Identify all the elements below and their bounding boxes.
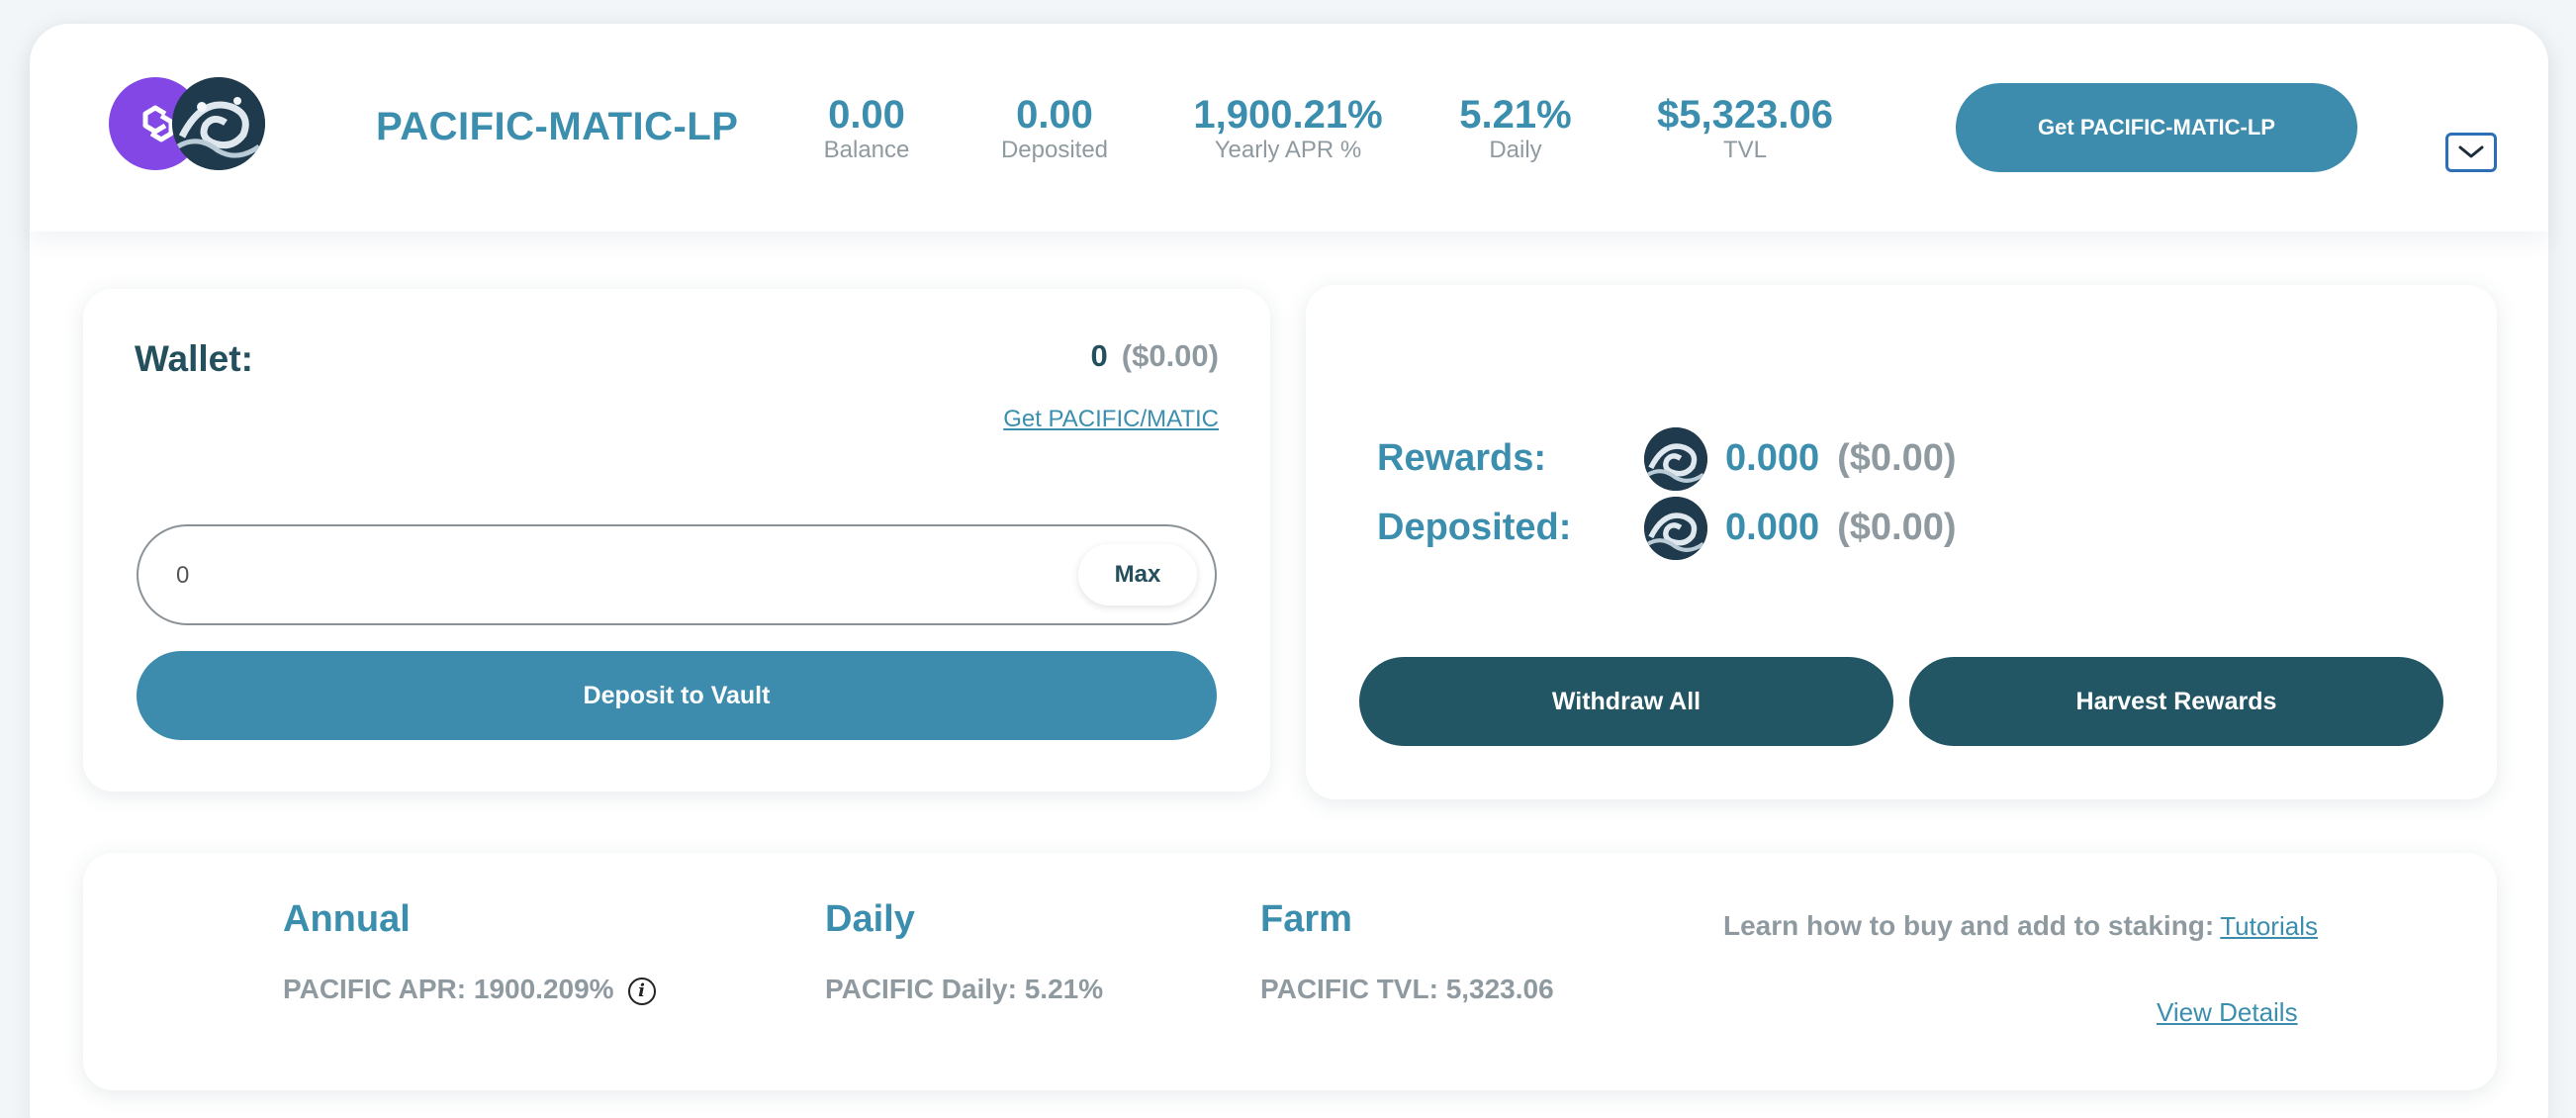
- daily-text: PACIFIC Daily: 5.21%: [825, 974, 1104, 1004]
- deposit-amount-field: Max: [137, 524, 1217, 625]
- pacific-token-icon: [1644, 427, 1707, 491]
- pacific-token-icon: [1644, 497, 1707, 560]
- view-details-link[interactable]: View Details: [2157, 997, 2298, 1028]
- rewards-amount: 0.000: [1725, 437, 1820, 479]
- deposit-button[interactable]: Deposit to Vault: [137, 651, 1217, 740]
- vault-header: PACIFIC-MATIC-LP 0.00 Balance 0.00 Depos…: [30, 24, 2548, 232]
- get-lp-button[interactable]: Get PACIFIC-MATIC-LP: [1956, 83, 2357, 172]
- expand-toggle-button[interactable]: [2445, 133, 2497, 172]
- stat-tvl: $5,323.06 TVL: [1657, 93, 1833, 164]
- stat-balance-value: 0.00: [828, 93, 905, 137]
- tutorials-link[interactable]: Tutorials: [2220, 911, 2318, 941]
- harvest-rewards-button[interactable]: Harvest Rewards: [1909, 657, 2443, 746]
- get-pair-link[interactable]: Get PACIFIC/MATIC: [1003, 406, 1219, 433]
- stat-daily-label: Daily: [1489, 137, 1542, 163]
- stat-tvl-value: $5,323.06: [1657, 93, 1833, 137]
- pacific-token-icon: [172, 77, 265, 170]
- stat-balance-label: Balance: [823, 137, 910, 163]
- wallet-balance-usd: ($0.00): [1121, 338, 1219, 373]
- stat-tvl-label: TVL: [1722, 137, 1768, 163]
- farm-text: PACIFIC TVL: 5,323.06: [1260, 974, 1554, 1004]
- deposit-amount-input[interactable]: [176, 554, 967, 598]
- wallet-card: Wallet: 0 ($0.00) Get PACIFIC/MATIC Max D…: [83, 289, 1270, 792]
- stat-daily-value: 5.21%: [1459, 93, 1572, 137]
- stat-yearly-apr-label: Yearly APR %: [1214, 137, 1362, 163]
- annual-apr-text: PACIFIC APR: 1900.209%: [283, 974, 614, 1004]
- learn-how-text: Learn how to buy and add to staking: Tuto…: [1723, 910, 2318, 942]
- stat-yearly-apr-value: 1,900.21%: [1193, 93, 1383, 137]
- rewards-usd: ($0.00): [1837, 437, 1957, 479]
- stat-deposited-label: Deposited: [1000, 137, 1109, 163]
- stat-deposited-value: 0.00: [1016, 93, 1093, 137]
- daily-title: Daily: [825, 898, 915, 940]
- learn-how-label: Learn how to buy and add to staking:: [1723, 910, 2215, 941]
- deposited-label: Deposited:: [1377, 507, 1572, 548]
- annual-apr: PACIFIC APR: 1900.209% i: [283, 974, 656, 1005]
- chevron-down-icon: [2458, 145, 2484, 158]
- stat-balance: 0.00 Balance: [824, 93, 910, 164]
- info-icon[interactable]: i: [627, 977, 656, 1005]
- deposited-usd: ($0.00): [1837, 507, 1957, 548]
- pair-logo: [109, 77, 267, 170]
- stat-yearly-apr: 1,900.21% Yearly APR %: [1193, 93, 1382, 164]
- rewards-card: Rewards: 0.000 ($0.00) Deposited: 0.000 ($…: [1306, 285, 2497, 799]
- deposited-value: 0.000 ($0.00): [1725, 507, 1957, 549]
- wallet-balance-amount: 0: [1090, 338, 1108, 373]
- rewards-label: Rewards:: [1377, 437, 1547, 479]
- stat-daily: 5.21% Daily: [1459, 93, 1571, 164]
- stats-card: Annual PACIFIC APR: 1900.209% i Daily PAC…: [83, 853, 2497, 1090]
- wallet-balance: 0 ($0.00): [1091, 338, 1219, 374]
- stat-deposited: 0.00 Deposited: [1001, 93, 1108, 164]
- max-button[interactable]: Max: [1078, 544, 1197, 606]
- rewards-value: 0.000 ($0.00): [1725, 437, 1957, 480]
- deposited-amount: 0.000: [1725, 507, 1820, 548]
- pair-title: PACIFIC-MATIC-LP: [376, 105, 739, 148]
- farm-title: Farm: [1260, 898, 1352, 940]
- wallet-label: Wallet:: [135, 338, 253, 379]
- annual-title: Annual: [283, 898, 411, 940]
- withdraw-all-button[interactable]: Withdraw All: [1359, 657, 1893, 746]
